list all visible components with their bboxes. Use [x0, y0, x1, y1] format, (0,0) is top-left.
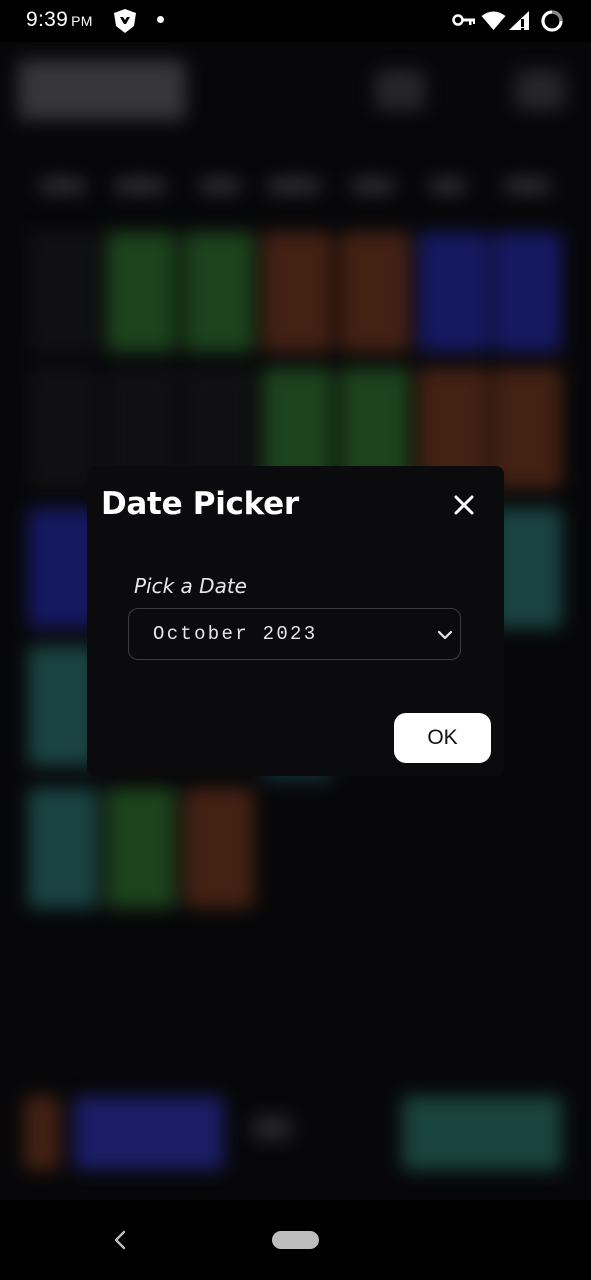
status-ampm: PM [71, 13, 93, 29]
bg-weekday-label [268, 179, 320, 193]
cellular-signal-icon [509, 11, 529, 30]
chevron-down-icon [437, 630, 453, 640]
wifi-icon [481, 11, 506, 30]
bg-calendar-cell [340, 232, 410, 352]
status-bar: 9:39 PM [0, 0, 591, 42]
month-year-select[interactable]: October 2023 [128, 608, 461, 660]
battery-charging-icon [541, 10, 563, 32]
bg-calendar-cell [106, 788, 176, 908]
status-time: 9:39 PM [26, 8, 93, 32]
bg-bottom-tile [402, 1096, 562, 1170]
bg-weekday-label [40, 179, 85, 193]
bg-header-icon-block [515, 70, 565, 110]
bg-calendar-cell [418, 232, 488, 352]
home-pill[interactable] [272, 1231, 319, 1249]
selected-date-value: October 2023 [153, 623, 318, 645]
bg-calendar-cell [28, 232, 98, 352]
notification-dot-icon [157, 16, 164, 23]
bg-calendar-cell [262, 232, 332, 352]
field-label: Pick a Date [134, 574, 247, 598]
vpn-key-icon [452, 14, 475, 26]
bg-bottom-tile [252, 1116, 292, 1140]
bg-calendar-cell [184, 788, 254, 908]
bg-weekday-label [352, 179, 394, 193]
bg-weekday-label [430, 179, 465, 193]
bg-calendar-cell [28, 788, 98, 908]
navigation-bar [0, 1200, 591, 1280]
screen: 9:39 PM Date Picker Pick a Date October … [0, 0, 591, 1280]
dialog-title: Date Picker [101, 486, 299, 522]
bg-header-title-block [18, 60, 186, 120]
bg-bottom-tile [24, 1096, 60, 1170]
ok-button[interactable]: OK [394, 713, 491, 763]
back-icon[interactable] [110, 1229, 132, 1251]
bg-bottom-tile [74, 1096, 224, 1170]
bg-calendar-cell [106, 232, 176, 352]
bg-calendar-cell [492, 232, 562, 352]
bg-weekday-label [505, 179, 550, 193]
bg-header-icon-block [375, 70, 425, 110]
bg-calendar-cell [184, 232, 254, 352]
close-icon[interactable] [449, 490, 479, 520]
status-clock: 9:39 [26, 8, 69, 31]
bg-weekday-label [200, 179, 240, 193]
shield-app-icon [114, 9, 136, 33]
bg-weekday-label [115, 179, 165, 193]
date-picker-dialog: Date Picker Pick a Date October 2023 OK [87, 466, 504, 776]
